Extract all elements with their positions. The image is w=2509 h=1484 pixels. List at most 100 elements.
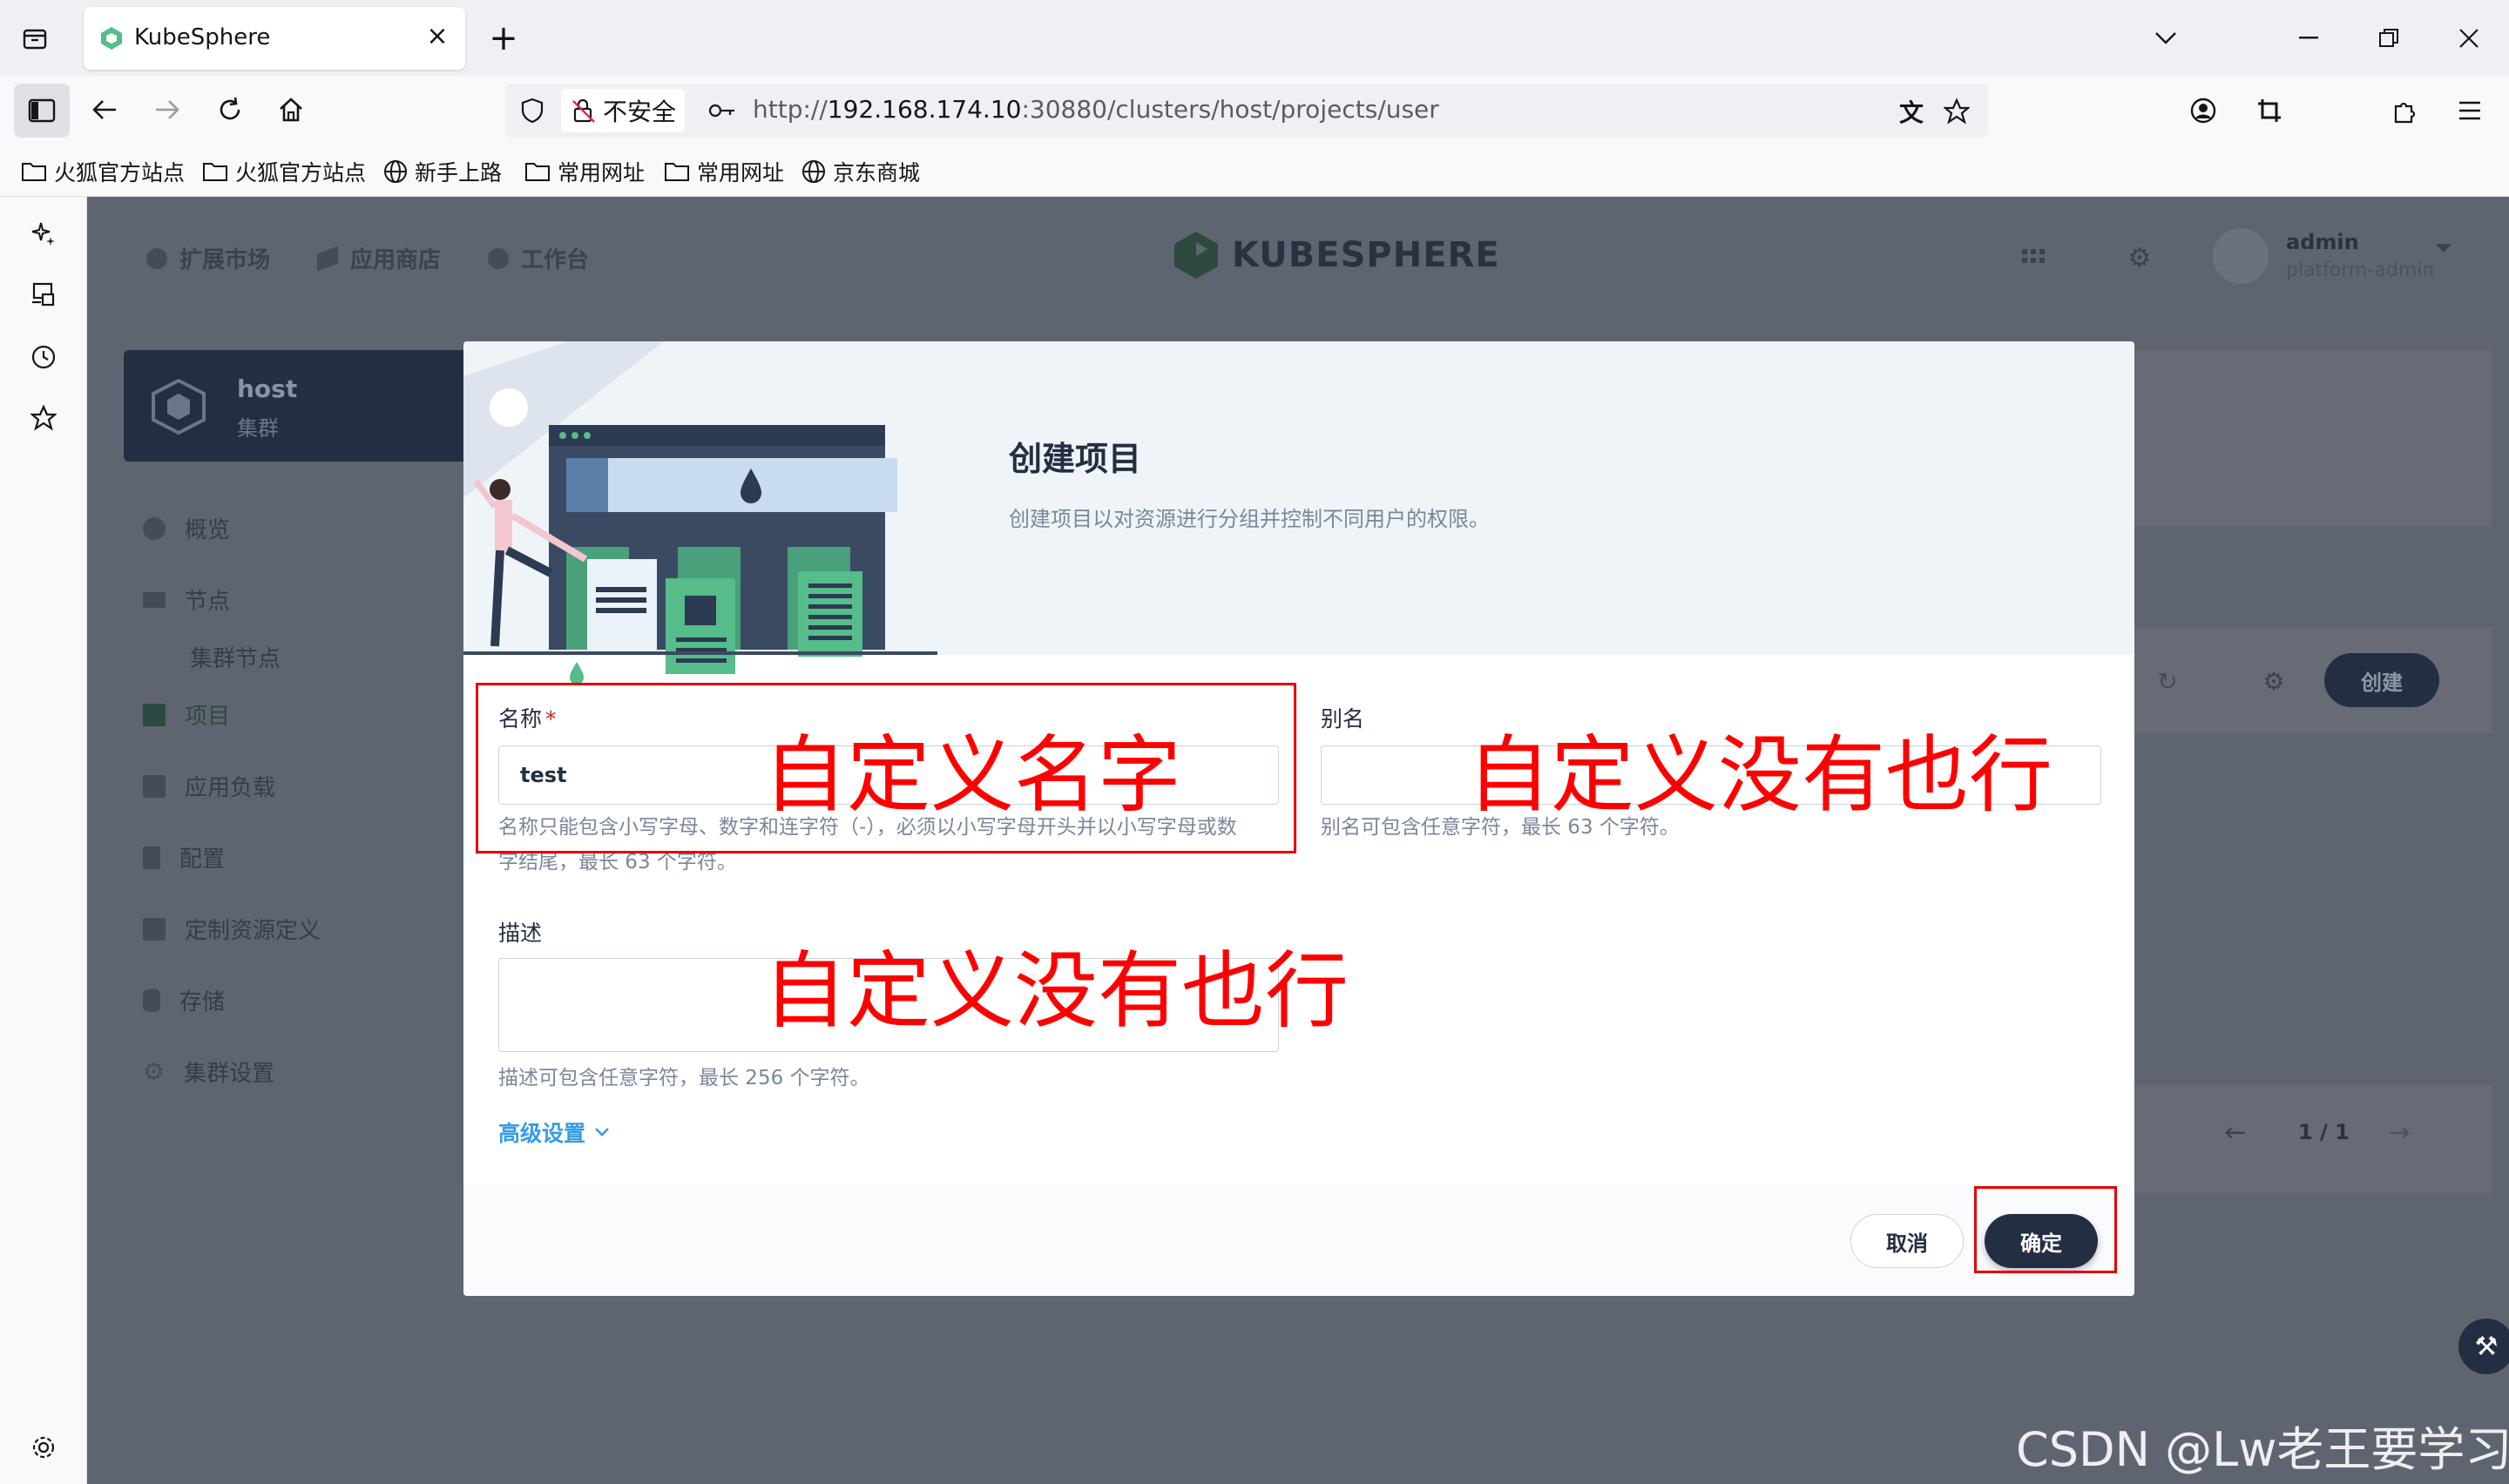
- home-icon[interactable]: [274, 92, 308, 127]
- sidebar-item-projects[interactable]: 项目: [143, 698, 230, 731]
- sidebar-item-app-workloads[interactable]: 应用负载: [143, 770, 275, 802]
- nav-extensions[interactable]: 扩展市场: [146, 242, 270, 274]
- sidebar-settings-icon[interactable]: [26, 1430, 61, 1465]
- cluster-type: 集群: [237, 416, 279, 441]
- bookmarks-star-icon[interactable]: [26, 401, 61, 435]
- tab-overflow-chevron-icon[interactable]: [2148, 21, 2183, 56]
- tab-title: KubeSphere: [134, 24, 271, 51]
- bookmark-item[interactable]: 新手上路: [383, 157, 502, 186]
- globe-icon: [384, 160, 407, 183]
- cluster-name: host: [237, 374, 298, 403]
- app-store-icon: [317, 246, 338, 271]
- bookmarks-bar: 火狐官方站点 火狐官方站点 新手上路 常用网址 常用网址 京东商城: [0, 146, 2509, 197]
- avatar: [2213, 228, 2269, 284]
- next-page-icon[interactable]: →: [2382, 1115, 2417, 1150]
- menu-icon[interactable]: [2452, 92, 2488, 129]
- app-workloads-icon: [143, 774, 166, 798]
- reload-icon[interactable]: [213, 92, 247, 127]
- projects-icon: [143, 703, 166, 726]
- bookmark-item[interactable]: 京东商城: [801, 157, 920, 186]
- back-icon[interactable]: [87, 92, 122, 127]
- refresh-icon[interactable]: ↻: [2150, 664, 2185, 698]
- sidebar-item-cluster-settings[interactable]: ⚙ 集群设置: [143, 1056, 274, 1088]
- key-icon[interactable]: [706, 94, 739, 127]
- app-header: 扩展市场 应用商店 工作台 KUBESPHERE ⚙ admin platfor…: [87, 197, 2509, 315]
- forward-icon[interactable]: [150, 92, 185, 127]
- prev-page-icon[interactable]: ←: [2218, 1115, 2253, 1150]
- tab-close-icon[interactable]: ×: [422, 21, 453, 52]
- sidebar-toggle-icon[interactable]: [14, 84, 70, 138]
- chevron-down-icon: [595, 1128, 609, 1137]
- extensions-icon[interactable]: [2387, 92, 2424, 129]
- help-tool-button[interactable]: ⚒: [2458, 1319, 2509, 1374]
- browser-tab[interactable]: KubeSphere ×: [84, 7, 465, 70]
- cancel-button[interactable]: 取消: [1850, 1214, 1964, 1268]
- url-text[interactable]: http://192.168.174.10:30880/clusters/hos…: [753, 95, 1439, 124]
- folder-icon: [203, 163, 227, 181]
- kubesphere-logo[interactable]: KUBESPHERE: [1173, 230, 1500, 280]
- dialog-description: 创建项目以对资源进行分组并控制不同用户的权限。: [1009, 507, 1490, 531]
- folder-icon: [22, 163, 46, 181]
- config-icon: [143, 846, 160, 869]
- user-menu[interactable]: admin platform-admin: [2213, 223, 2457, 293]
- globe-icon: [802, 160, 825, 183]
- description-hint: 描述可包含任意字符，最长 256 个字符。: [498, 1067, 870, 1089]
- kubesphere-logo-icon: [1174, 232, 1218, 279]
- browser-tab-bar: KubeSphere × +: [0, 0, 2509, 77]
- sidebar-item-config[interactable]: 配置: [143, 841, 225, 874]
- create-project-button-bg[interactable]: 创建: [2324, 653, 2439, 707]
- header-settings-icon[interactable]: ⚙: [2122, 240, 2157, 275]
- translate-icon[interactable]: 文: [1894, 94, 1929, 129]
- dialog-footer: 取消 确定: [463, 1184, 2134, 1296]
- kubesphere-favicon-icon: [101, 27, 122, 50]
- extensions-icon: [146, 247, 167, 269]
- bookmark-item[interactable]: 常用网址: [664, 157, 784, 186]
- annotation-alias-text: 自定义没有也行: [1467, 726, 2053, 824]
- account-icon[interactable]: [2185, 92, 2222, 129]
- sidebar-item-cluster-nodes[interactable]: 集群节点: [190, 641, 281, 673]
- annotation-name-text: 自定义名字: [763, 726, 1181, 824]
- grid-apps-icon[interactable]: [2016, 240, 2051, 275]
- bookmark-item[interactable]: 火狐官方站点: [202, 157, 366, 186]
- hammer-icon: ⚒: [2474, 1331, 2499, 1362]
- history-icon[interactable]: [26, 340, 61, 374]
- screenshot-crop-icon[interactable]: [2251, 92, 2288, 129]
- tracking-shield-icon[interactable]: [516, 94, 549, 127]
- column-settings-icon[interactable]: ⚙: [2256, 664, 2291, 698]
- workbench-icon: [488, 247, 509, 269]
- page-banner-bg: [2134, 350, 2492, 526]
- nav-app-store[interactable]: 应用商店: [317, 242, 441, 274]
- browser-nav-bar: 不安全 http://192.168.174.10:30880/clusters…: [0, 77, 2509, 146]
- bookmark-star-icon[interactable]: [1939, 94, 1974, 129]
- insecure-indicator[interactable]: 不安全: [561, 89, 686, 132]
- bookmark-item[interactable]: 火狐官方站点: [21, 157, 185, 186]
- sidebar-item-crd[interactable]: 定制资源定义: [143, 913, 321, 945]
- new-tab-icon[interactable]: +: [486, 18, 521, 58]
- user-role: platform-admin: [2286, 260, 2435, 281]
- ai-sparkle-icon[interactable]: [26, 216, 61, 251]
- url-bar[interactable]: 不安全 http://192.168.174.10:30880/clusters…: [505, 84, 1988, 138]
- nav-workbench[interactable]: 工作台: [488, 242, 589, 274]
- folder-icon: [665, 163, 689, 181]
- cluster-card[interactable]: host 集群: [124, 350, 507, 462]
- nodes-icon: [143, 591, 166, 608]
- dialog-title: 创建项目: [1009, 440, 1142, 478]
- alias-label: 别名: [1321, 706, 1365, 732]
- synced-tabs-icon[interactable]: [26, 277, 61, 312]
- crd-icon: [143, 917, 166, 941]
- sidebar-item-storage[interactable]: 存储: [143, 984, 225, 1016]
- storage-icon: [143, 988, 160, 1012]
- sidebar-item-nodes[interactable]: 节点: [143, 583, 230, 616]
- overview-icon: [143, 516, 166, 540]
- minimize-icon[interactable]: [2291, 21, 2326, 56]
- insecure-lock-icon: [572, 98, 595, 123]
- bookmark-item[interactable]: 常用网址: [524, 157, 645, 186]
- cluster-icon: [152, 378, 206, 435]
- insecure-label: 不安全: [603, 98, 677, 126]
- tab-list-icon[interactable]: [17, 21, 52, 56]
- advanced-settings-toggle[interactable]: 高级设置: [498, 1116, 610, 1148]
- sidebar-item-overview[interactable]: 概览: [143, 512, 230, 544]
- cluster-settings-icon: ⚙: [143, 1057, 166, 1086]
- restore-icon[interactable]: [2371, 21, 2406, 56]
- close-window-icon[interactable]: [2452, 21, 2486, 56]
